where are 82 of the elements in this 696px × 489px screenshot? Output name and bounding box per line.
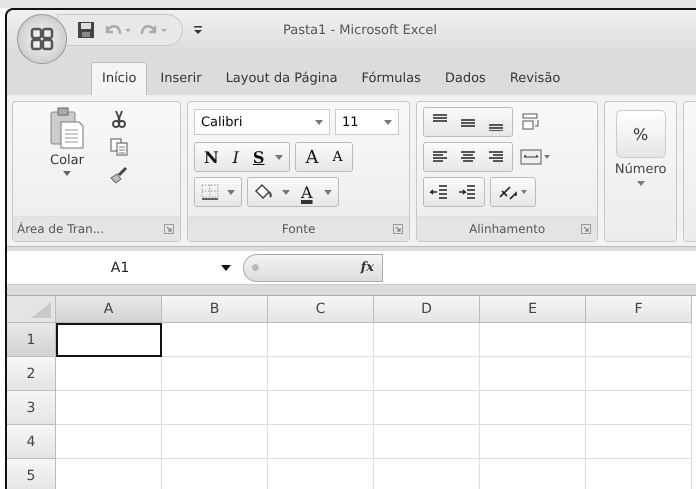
column-header[interactable]: A [56, 296, 162, 323]
table-cell[interactable] [162, 357, 268, 391]
italic-button[interactable]: I [226, 148, 245, 166]
table-cell[interactable] [586, 425, 692, 459]
table-cell[interactable] [374, 323, 480, 357]
caret-icon[interactable] [636, 181, 645, 186]
fill-bucket-icon[interactable] [252, 183, 275, 201]
save-icon[interactable] [76, 20, 96, 40]
table-cell[interactable] [374, 357, 480, 391]
clipboard-icon [49, 106, 85, 150]
dialog-launcher-icon[interactable] [164, 224, 174, 234]
font-size-dropdown[interactable]: 11 [334, 109, 399, 135]
table-cell[interactable] [56, 425, 162, 459]
table-cell[interactable] [268, 391, 374, 425]
percent-button[interactable]: % [616, 110, 666, 158]
caret-icon [63, 171, 71, 176]
dialog-launcher-icon[interactable] [581, 224, 592, 234]
table-cell[interactable] [480, 425, 586, 459]
paste-button[interactable]: Colar [49, 106, 85, 212]
row-header[interactable]: 5 [7, 459, 56, 489]
column-header[interactable]: C [268, 296, 374, 323]
caret-icon [314, 120, 323, 124]
group-label: Alinhamento [469, 222, 546, 236]
caret-icon[interactable] [275, 154, 284, 160]
customize-caret-icon[interactable] [193, 24, 203, 36]
ribbon-tab[interactable]: Revisão [498, 62, 572, 95]
table-cell[interactable] [56, 391, 162, 425]
table-cell[interactable] [586, 323, 692, 357]
underline-button[interactable]: S [246, 148, 270, 166]
brush-icon[interactable] [109, 166, 129, 184]
row-header[interactable]: 3 [7, 391, 56, 425]
column-header[interactable]: B [162, 296, 268, 323]
table-cell[interactable] [374, 425, 480, 459]
column-header[interactable]: D [374, 296, 480, 323]
table-cell[interactable] [162, 391, 268, 425]
ribbon-tab[interactable]: Fórmulas [350, 62, 432, 95]
table-cell[interactable] [162, 425, 268, 459]
table-cell[interactable] [56, 357, 162, 391]
table-cell[interactable] [268, 425, 374, 459]
ribbon-tab[interactable]: Início [91, 62, 148, 95]
font-color-button[interactable]: A [294, 182, 319, 202]
table-cell[interactable] [374, 391, 480, 425]
merge-center-icon[interactable] [520, 148, 552, 166]
bold-button[interactable]: N [198, 148, 225, 166]
caret-icon[interactable] [282, 190, 290, 194]
row-header[interactable]: 2 [7, 357, 56, 391]
window-title: Pasta1 - Microsoft Excel [283, 22, 438, 38]
dropdown-arrow-icon[interactable] [221, 264, 231, 270]
borders-icon[interactable] [200, 183, 220, 201]
caret-icon [384, 120, 392, 124]
row-header[interactable]: 4 [7, 425, 56, 459]
grow-font-button[interactable]: A [299, 146, 324, 168]
select-all-corner[interactable] [7, 296, 56, 323]
group-label: Área de Tran... [17, 222, 104, 236]
corner-triangle-icon [31, 302, 51, 318]
column-header[interactable]: F [586, 296, 692, 323]
name-box[interactable]: A1 [7, 251, 233, 284]
table-cell[interactable] [480, 323, 586, 357]
table-cell[interactable] [480, 391, 586, 425]
function-button[interactable]: fx [243, 254, 383, 282]
table-cell[interactable] [480, 357, 586, 391]
caret-icon[interactable] [324, 190, 332, 194]
caret-icon[interactable] [226, 190, 235, 194]
number-label: Número [614, 162, 666, 177]
table-cell[interactable] [268, 323, 374, 357]
dialog-launcher-icon[interactable] [393, 224, 404, 234]
font-name-dropdown[interactable]: Calibri [194, 109, 330, 135]
table-cell[interactable] [586, 357, 692, 391]
shrink-font-button[interactable]: A [326, 149, 349, 165]
table-cell[interactable] [586, 391, 692, 425]
copy-icon[interactable] [110, 138, 128, 156]
table-cell[interactable] [162, 323, 268, 357]
group-label: Fonte [282, 222, 316, 236]
ribbon-tab[interactable]: Dados [434, 62, 497, 95]
scissors-icon[interactable] [111, 110, 127, 128]
row-header[interactable]: 1 [7, 323, 56, 357]
active-cell[interactable] [56, 323, 162, 357]
table-cell[interactable] [268, 357, 374, 391]
ribbon-tab[interactable]: Inserir [149, 62, 213, 95]
column-header[interactable]: E [480, 296, 586, 323]
logo-icon [29, 26, 55, 52]
ribbon-tab[interactable]: Layout da Página [214, 62, 349, 95]
